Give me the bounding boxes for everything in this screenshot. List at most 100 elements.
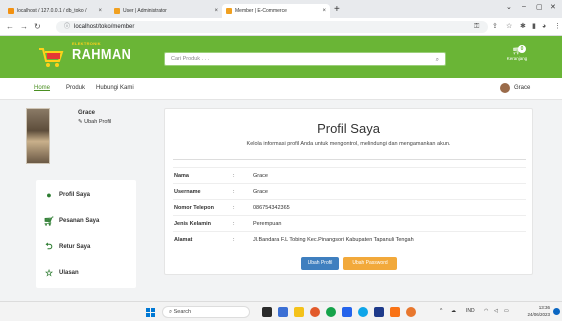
new-tab-button[interactable]: + <box>334 4 340 16</box>
search-icon[interactable]: ⌕ <box>436 54 439 66</box>
nav-home[interactable]: Home <box>34 85 50 91</box>
profile-row-gender: Jenis Kelamin : Perempuan <box>173 215 526 231</box>
task-view-icon[interactable] <box>262 307 272 317</box>
taskbar-search[interactable]: ⌕ Search <box>162 306 250 318</box>
battery-icon[interactable]: ▭ <box>504 308 509 314</box>
cart-label: Keranjang <box>506 56 528 61</box>
sidebar-menu: ● Profil Saya 🛒︎ Pesanan Saya ⮌ Retur Sa… <box>36 180 136 288</box>
key-icon[interactable]: ⚿ <box>474 22 479 32</box>
field-separator: : <box>233 205 235 211</box>
cart-icon: 🛒︎ <box>511 46 523 55</box>
pencil-icon: ✎ <box>78 119 83 125</box>
tab-title: User | Administrator <box>123 8 167 14</box>
profile-card: Profil Saya Kelola informasi profil Anda… <box>164 108 533 275</box>
tray-chevron-up-icon[interactable]: ^ <box>440 308 442 314</box>
field-label: Username <box>174 189 201 195</box>
edit-profile-button[interactable]: Ubah Profil <box>301 257 339 270</box>
url-text: localhost/toko/member <box>74 24 135 30</box>
field-label: Jenis Kelamin <box>174 221 211 227</box>
edit-profile-link[interactable]: ✎ Ubah Profil <box>78 119 111 125</box>
reload-icon[interactable]: ↻ <box>34 22 41 32</box>
change-password-button[interactable]: Ubah Password <box>343 257 397 270</box>
edit-profile-label: Ubah Profil <box>84 119 112 125</box>
wifi-icon[interactable]: ◠ <box>484 308 488 314</box>
field-label: Nomor Telepon <box>174 205 214 211</box>
avatar <box>500 83 510 93</box>
maximize-icon[interactable]: ▢ <box>536 3 543 11</box>
site-favicon-icon <box>114 8 120 14</box>
forward-icon[interactable]: → <box>20 22 28 32</box>
cart-count-badge: 0 <box>518 45 526 53</box>
windows-start-icon[interactable] <box>146 308 155 317</box>
bookmark-star-icon[interactable]: ☆ <box>506 22 512 32</box>
file-explorer-icon[interactable] <box>294 307 304 317</box>
divider <box>173 159 526 160</box>
field-label: Nama <box>174 173 189 179</box>
profile-avatar-icon[interactable]: ◕ <box>542 22 546 32</box>
sidebar-item-pesanan-saya[interactable]: 🛒︎ Pesanan Saya <box>43 210 136 232</box>
widgets-icon[interactable] <box>278 307 288 317</box>
field-value: Jl.Bandara F.L Tobing Kec.Pinangsori Kab… <box>253 237 414 243</box>
cloud-icon[interactable]: ☁ <box>451 308 456 314</box>
phpmyadmin-favicon-icon <box>8 8 14 14</box>
main-nav: Home Produk Hubungi Kami Grace <box>0 78 562 100</box>
return-icon: ⮌ <box>45 241 53 251</box>
sidebar-item-label: Profil Saya <box>59 192 91 198</box>
search-input[interactable] <box>171 56 421 62</box>
sidebar-item-profil-saya[interactable]: ● Profil Saya <box>44 184 136 206</box>
field-value: Perempuan <box>253 221 282 227</box>
notification-icon[interactable] <box>553 308 560 315</box>
field-label: Alamat <box>174 237 193 243</box>
field-separator: : <box>233 189 235 195</box>
profile-photo <box>26 108 50 164</box>
clock-time: 13:36 <box>538 305 550 310</box>
close-window-icon[interactable]: ✕ <box>550 3 556 11</box>
back-icon[interactable]: ← <box>6 22 14 32</box>
sidebar-item-retur-saya[interactable]: ⮌ Retur Saya <box>44 236 136 258</box>
user-icon: ● <box>46 190 52 200</box>
field-value: 086754342365 <box>253 205 290 211</box>
taskbar-search-label: Search <box>173 309 192 315</box>
chevron-down-icon[interactable]: ⌄ <box>506 3 512 11</box>
minimize-icon[interactable]: – <box>522 3 526 10</box>
site-logo[interactable]: ELEKTRONIK RAHMAN <box>38 40 131 72</box>
xampp-icon[interactable] <box>390 307 400 317</box>
user-menu[interactable]: Grace <box>500 83 530 93</box>
cart-button[interactable]: 🛒︎ 0 Keranjang <box>500 45 534 68</box>
field-value: Grace <box>253 173 268 179</box>
extensions-icon[interactable]: ✱ <box>520 22 526 32</box>
close-tab-icon[interactable]: × <box>94 8 102 14</box>
vscode-icon[interactable] <box>374 307 384 317</box>
taskbar-clock[interactable]: 13:36 24/06/2023 <box>518 304 550 318</box>
page-title: Profil Saya <box>317 121 380 136</box>
sidebar-icon[interactable]: ▮ <box>532 22 536 32</box>
edge-icon[interactable] <box>358 307 368 317</box>
language-indicator[interactable]: IND <box>466 308 475 314</box>
share-icon[interactable]: ⇪ <box>492 22 498 32</box>
volume-icon[interactable]: ◁ <box>494 308 498 314</box>
sidebar-item-label: Pesanan Saya <box>59 218 100 224</box>
sidebar-item-ulasan[interactable]: ☆ Ulasan <box>44 262 136 284</box>
firefox-icon[interactable] <box>406 307 416 317</box>
profile-row-address: Alamat : Jl.Bandara F.L Tobing Kec.Pinan… <box>173 231 526 247</box>
browser-tab-phpmyadmin[interactable]: localhost / 127.0.0.1 / db_toko / × <box>4 4 106 18</box>
browser-tab-admin[interactable]: User | Administrator × <box>110 4 222 18</box>
menu-kebab-icon[interactable]: ⋮ <box>554 22 561 32</box>
product-search: ⌕ <box>164 52 446 66</box>
address-bar[interactable]: ⓘ localhost/toko/member <box>56 21 488 33</box>
close-tab-icon[interactable]: × <box>210 8 218 14</box>
profile-row-nama: Nama : Grace <box>173 167 526 183</box>
close-tab-icon[interactable]: × <box>318 8 326 14</box>
browser-toolbar: ← → ↻ ⓘ localhost/toko/member ⚿ ⇪ ☆ ✱ ▮ ◕… <box>0 18 562 36</box>
browser-tab-bar: localhost / 127.0.0.1 / db_toko / × User… <box>0 0 562 18</box>
nav-hubungi-kami[interactable]: Hubungi Kami <box>96 85 134 91</box>
nav-produk[interactable]: Produk <box>66 85 85 91</box>
sidebar-item-label: Ulasan <box>59 270 79 276</box>
browser-tab-member[interactable]: Member | E-Commerce × <box>222 4 330 18</box>
search-icon: ⌕ <box>169 309 173 315</box>
info-icon[interactable]: ⓘ <box>64 24 70 30</box>
word-icon[interactable] <box>342 307 352 317</box>
page-description: Kelola informasi profil Anda untuk mengo… <box>246 141 451 147</box>
chrome-icon[interactable] <box>310 307 320 317</box>
whatsapp-icon[interactable] <box>326 307 336 317</box>
